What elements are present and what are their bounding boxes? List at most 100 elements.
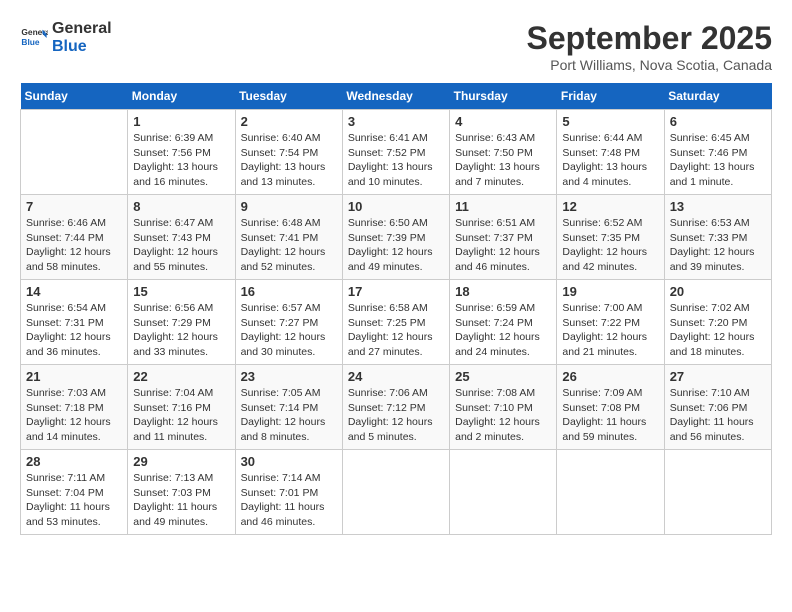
day-info: Sunrise: 6:52 AMSunset: 7:35 PMDaylight:… — [562, 216, 658, 275]
calendar-cell: 30 Sunrise: 7:14 AMSunset: 7:01 PMDayligh… — [235, 450, 342, 535]
calendar-cell: 27Sunrise: 7:10 AMSunset: 7:06 PMDayligh… — [664, 365, 771, 450]
day-info: Sunrise: 7:10 AMSunset: 7:06 PMDaylight:… — [670, 386, 766, 445]
calendar-cell: 8 Sunrise: 6:47 AMSunset: 7:43 PMDaylight… — [128, 195, 235, 280]
day-number: 7 — [26, 199, 122, 214]
calendar-cell: 4 Sunrise: 6:43 AMSunset: 7:50 PMDaylight… — [450, 110, 557, 195]
day-info: Sunrise: 7:03 AMSunset: 7:18 PMDaylight:… — [26, 386, 122, 445]
calendar-cell — [342, 450, 449, 535]
calendar-cell: 5 Sunrise: 6:44 AMSunset: 7:48 PMDaylight… — [557, 110, 664, 195]
day-info: Sunrise: 7:11 AMSunset: 7:04 PMDaylight:… — [26, 471, 122, 530]
day-number: 23 — [241, 369, 337, 384]
day-number: 25 — [455, 369, 551, 384]
calendar-cell: 2 Sunrise: 6:40 AMSunset: 7:54 PMDaylight… — [235, 110, 342, 195]
calendar-cell — [21, 110, 128, 195]
calendar-cell: 11Sunrise: 6:51 AMSunset: 7:37 PMDayligh… — [450, 195, 557, 280]
calendar-cell: 1Sunrise: 6:39 AMSunset: 7:56 PMDaylight… — [128, 110, 235, 195]
day-number: 8 — [133, 199, 229, 214]
day-info: Sunrise: 6:40 AMSunset: 7:54 PMDaylight:… — [241, 131, 337, 190]
day-info: Sunrise: 6:47 AMSunset: 7:43 PMDaylight:… — [133, 216, 229, 275]
calendar-cell: 24Sunrise: 7:06 AMSunset: 7:12 PMDayligh… — [342, 365, 449, 450]
calendar-cell: 17Sunrise: 6:58 AMSunset: 7:25 PMDayligh… — [342, 280, 449, 365]
day-info: Sunrise: 6:54 AMSunset: 7:31 PMDaylight:… — [26, 301, 122, 360]
day-number: 12 — [562, 199, 658, 214]
day-number: 29 — [133, 454, 229, 469]
calendar-cell: 15 Sunrise: 6:56 AMSunset: 7:29 PMDayligh… — [128, 280, 235, 365]
day-number: 4 — [455, 114, 551, 129]
day-info: Sunrise: 6:53 AMSunset: 7:33 PMDaylight:… — [670, 216, 766, 275]
day-header-tuesday: Tuesday — [235, 83, 342, 110]
calendar-cell: 22Sunrise: 7:04 AMSunset: 7:16 PMDayligh… — [128, 365, 235, 450]
title-block: September 2025 Port Williams, Nova Scoti… — [527, 20, 772, 73]
day-info: Sunrise: 6:41 AMSunset: 7:52 PMDaylight:… — [348, 131, 444, 190]
logo-icon: General Blue — [20, 24, 48, 52]
day-number: 24 — [348, 369, 444, 384]
calendar-cell: 21 Sunrise: 7:03 AMSunset: 7:18 PMDayligh… — [21, 365, 128, 450]
calendar-cell: 14 Sunrise: 6:54 AMSunset: 7:31 PMDayligh… — [21, 280, 128, 365]
day-info: Sunrise: 6:45 AMSunset: 7:46 PMDaylight:… — [670, 131, 766, 190]
day-number: 10 — [348, 199, 444, 214]
day-number: 14 — [26, 284, 122, 299]
day-info: Sunrise: 7:04 AMSunset: 7:16 PMDaylight:… — [133, 386, 229, 445]
day-number: 26 — [562, 369, 658, 384]
day-info: Sunrise: 6:57 AMSunset: 7:27 PMDaylight:… — [241, 301, 337, 360]
day-header-saturday: Saturday — [664, 83, 771, 110]
day-info: Sunrise: 6:48 AMSunset: 7:41 PMDaylight:… — [241, 216, 337, 275]
day-number: 6 — [670, 114, 766, 129]
calendar-cell: 25 Sunrise: 7:08 AMSunset: 7:10 PMDayligh… — [450, 365, 557, 450]
day-header-monday: Monday — [128, 83, 235, 110]
day-info: Sunrise: 7:09 AMSunset: 7:08 PMDaylight:… — [562, 386, 658, 445]
day-info: Sunrise: 6:43 AMSunset: 7:50 PMDaylight:… — [455, 131, 551, 190]
day-info: Sunrise: 7:02 AMSunset: 7:20 PMDaylight:… — [670, 301, 766, 360]
day-number: 28 — [26, 454, 122, 469]
page-header: General Blue General Blue September 2025… — [20, 20, 772, 73]
day-number: 3 — [348, 114, 444, 129]
calendar-cell — [557, 450, 664, 535]
day-info: Sunrise: 7:00 AMSunset: 7:22 PMDaylight:… — [562, 301, 658, 360]
calendar-cell: 26 Sunrise: 7:09 AMSunset: 7:08 PMDayligh… — [557, 365, 664, 450]
day-info: Sunrise: 6:58 AMSunset: 7:25 PMDaylight:… — [348, 301, 444, 360]
day-info: Sunrise: 7:05 AMSunset: 7:14 PMDaylight:… — [241, 386, 337, 445]
day-info: Sunrise: 6:44 AMSunset: 7:48 PMDaylight:… — [562, 131, 658, 190]
day-number: 16 — [241, 284, 337, 299]
day-number: 20 — [670, 284, 766, 299]
day-info: Sunrise: 7:08 AMSunset: 7:10 PMDaylight:… — [455, 386, 551, 445]
calendar-cell: 3 Sunrise: 6:41 AMSunset: 7:52 PMDaylight… — [342, 110, 449, 195]
calendar-cell: 29 Sunrise: 7:13 AMSunset: 7:03 PMDayligh… — [128, 450, 235, 535]
calendar-cell: 6 Sunrise: 6:45 AMSunset: 7:46 PMDaylight… — [664, 110, 771, 195]
day-number: 11 — [455, 199, 551, 214]
day-number: 21 — [26, 369, 122, 384]
day-header-wednesday: Wednesday — [342, 83, 449, 110]
day-number: 13 — [670, 199, 766, 214]
day-info: Sunrise: 6:39 AMSunset: 7:56 PMDaylight:… — [133, 131, 229, 190]
logo-general: General — [52, 20, 112, 38]
day-number: 15 — [133, 284, 229, 299]
logo: General Blue General Blue — [20, 20, 112, 55]
day-number: 30 — [241, 454, 337, 469]
day-info: Sunrise: 7:13 AMSunset: 7:03 PMDaylight:… — [133, 471, 229, 530]
day-number: 2 — [241, 114, 337, 129]
calendar-cell: 10 Sunrise: 6:50 AMSunset: 7:39 PMDayligh… — [342, 195, 449, 280]
day-info: Sunrise: 6:56 AMSunset: 7:29 PMDaylight:… — [133, 301, 229, 360]
day-info: Sunrise: 7:14 AMSunset: 7:01 PMDaylight:… — [241, 471, 337, 530]
svg-text:Blue: Blue — [21, 37, 39, 47]
calendar-cell: 18 Sunrise: 6:59 AMSunset: 7:24 PMDayligh… — [450, 280, 557, 365]
day-number: 9 — [241, 199, 337, 214]
day-header-thursday: Thursday — [450, 83, 557, 110]
location-subtitle: Port Williams, Nova Scotia, Canada — [527, 57, 772, 73]
calendar-cell: 16 Sunrise: 6:57 AMSunset: 7:27 PMDayligh… — [235, 280, 342, 365]
logo-blue: Blue — [52, 38, 112, 56]
day-number: 18 — [455, 284, 551, 299]
calendar-table: SundayMondayTuesdayWednesdayThursdayFrid… — [20, 83, 772, 535]
day-info: Sunrise: 6:46 AMSunset: 7:44 PMDaylight:… — [26, 216, 122, 275]
calendar-cell: 13 Sunrise: 6:53 AMSunset: 7:33 PMDayligh… — [664, 195, 771, 280]
month-title: September 2025 — [527, 20, 772, 57]
day-info: Sunrise: 6:59 AMSunset: 7:24 PMDaylight:… — [455, 301, 551, 360]
day-info: Sunrise: 6:50 AMSunset: 7:39 PMDaylight:… — [348, 216, 444, 275]
calendar-cell — [664, 450, 771, 535]
calendar-cell: 9 Sunrise: 6:48 AMSunset: 7:41 PMDaylight… — [235, 195, 342, 280]
calendar-cell: 7 Sunrise: 6:46 AMSunset: 7:44 PMDaylight… — [21, 195, 128, 280]
calendar-cell: 12 Sunrise: 6:52 AMSunset: 7:35 PMDayligh… — [557, 195, 664, 280]
day-header-sunday: Sunday — [21, 83, 128, 110]
calendar-cell: 28 Sunrise: 7:11 AMSunset: 7:04 PMDayligh… — [21, 450, 128, 535]
day-number: 5 — [562, 114, 658, 129]
